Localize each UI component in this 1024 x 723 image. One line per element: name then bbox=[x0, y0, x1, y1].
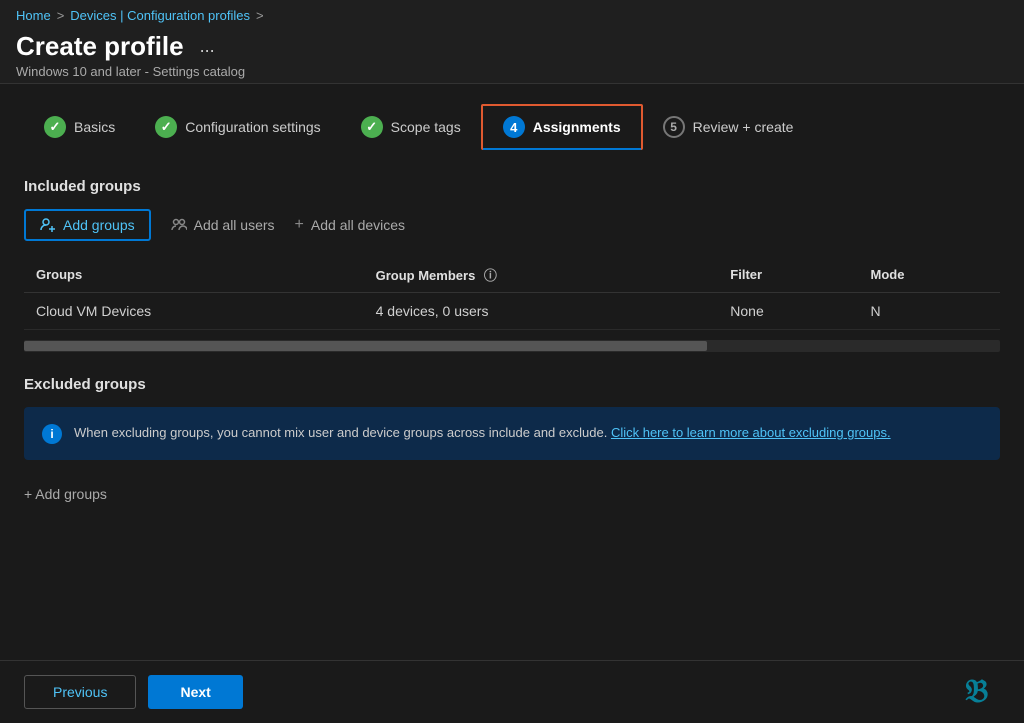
step-icon-config: ✓ bbox=[155, 116, 177, 138]
cell-mode: N bbox=[859, 293, 1000, 330]
step-icon-basics: ✓ bbox=[44, 116, 66, 138]
previous-button[interactable]: Previous bbox=[24, 675, 136, 709]
col-filter: Filter bbox=[718, 257, 858, 293]
ellipsis-button[interactable]: ... bbox=[194, 34, 221, 59]
breadcrumb-sep-1: > bbox=[57, 8, 65, 23]
excluded-groups-section: Excluded groups i When excluding groups,… bbox=[24, 376, 1000, 508]
cell-group-name: Cloud VM Devices bbox=[24, 293, 364, 330]
excluded-groups-heading: Excluded groups bbox=[24, 376, 1000, 393]
page-title: Create profile ... bbox=[16, 31, 221, 62]
step-label-assignments: Assignments bbox=[533, 119, 621, 135]
step-icon-assignments: 4 bbox=[503, 116, 525, 138]
step-label-scope: Scope tags bbox=[391, 119, 461, 135]
breadcrumb-devices[interactable]: Devices | Configuration profiles bbox=[70, 8, 250, 23]
included-groups-section: Included groups Add groups Add a bbox=[24, 178, 1000, 352]
wizard-step-config[interactable]: ✓ Configuration settings bbox=[135, 106, 340, 148]
scrollbar-thumb bbox=[24, 341, 707, 351]
step-label-review: Review + create bbox=[693, 119, 794, 135]
wizard-step-assignments[interactable]: 4 Assignments bbox=[481, 104, 643, 150]
info-link[interactable]: Click here to learn more about excluding… bbox=[611, 425, 891, 440]
info-text: When excluding groups, you cannot mix us… bbox=[74, 423, 891, 443]
cell-group-members: 4 devices, 0 users bbox=[364, 293, 719, 330]
col-group-members: Group Members ⓘ bbox=[364, 257, 719, 293]
page-subtitle: Windows 10 and later - Settings catalog bbox=[16, 64, 1008, 79]
step-label-basics: Basics bbox=[74, 119, 115, 135]
add-all-devices-icon: + bbox=[295, 216, 304, 234]
step-icon-review: 5 bbox=[663, 116, 685, 138]
add-groups-icon bbox=[40, 217, 56, 233]
wizard-step-scope[interactable]: ✓ Scope tags bbox=[341, 106, 481, 148]
wizard-step-basics[interactable]: ✓ Basics bbox=[24, 106, 135, 148]
horizontal-scrollbar[interactable] bbox=[24, 340, 1000, 352]
info-icon: i bbox=[42, 424, 62, 444]
included-groups-heading: Included groups bbox=[24, 178, 1000, 195]
add-all-users-button[interactable]: Add all users bbox=[171, 211, 275, 239]
wizard-step-review[interactable]: 5 Review + create bbox=[643, 106, 814, 148]
wizard-steps: ✓ Basics ✓ Configuration settings ✓ Scop… bbox=[24, 104, 1000, 150]
col-mode: Mode bbox=[859, 257, 1000, 293]
add-all-devices-button[interactable]: + Add all devices bbox=[295, 210, 406, 240]
add-all-users-icon bbox=[171, 217, 187, 233]
title-bar: Home > Devices | Configuration profiles … bbox=[0, 0, 1024, 84]
main-content: ✓ Basics ✓ Configuration settings ✓ Scop… bbox=[0, 84, 1024, 528]
breadcrumb: Home > Devices | Configuration profiles … bbox=[16, 8, 1008, 23]
excluded-add-groups-button[interactable]: + Add groups bbox=[24, 480, 107, 508]
step-icon-scope: ✓ bbox=[361, 116, 383, 138]
watermark-logo: 𝔅 bbox=[965, 673, 988, 711]
included-groups-table: Groups Group Members ⓘ Filter Mode Cloud… bbox=[24, 257, 1000, 330]
cell-filter: None bbox=[718, 293, 858, 330]
breadcrumb-home[interactable]: Home bbox=[16, 8, 51, 23]
bottom-nav: Previous Next 𝔅 bbox=[0, 660, 1024, 723]
group-members-tooltip-icon: ⓘ bbox=[484, 268, 497, 283]
included-action-buttons: Add groups Add all users + Add all devic… bbox=[24, 209, 1000, 241]
excluded-groups-info-box: i When excluding groups, you cannot mix … bbox=[24, 407, 1000, 460]
col-groups: Groups bbox=[24, 257, 364, 293]
breadcrumb-sep-2: > bbox=[256, 8, 264, 23]
add-groups-button[interactable]: Add groups bbox=[24, 209, 151, 241]
next-button[interactable]: Next bbox=[148, 675, 242, 709]
step-label-config: Configuration settings bbox=[185, 119, 320, 135]
table-row: Cloud VM Devices 4 devices, 0 users None… bbox=[24, 293, 1000, 330]
